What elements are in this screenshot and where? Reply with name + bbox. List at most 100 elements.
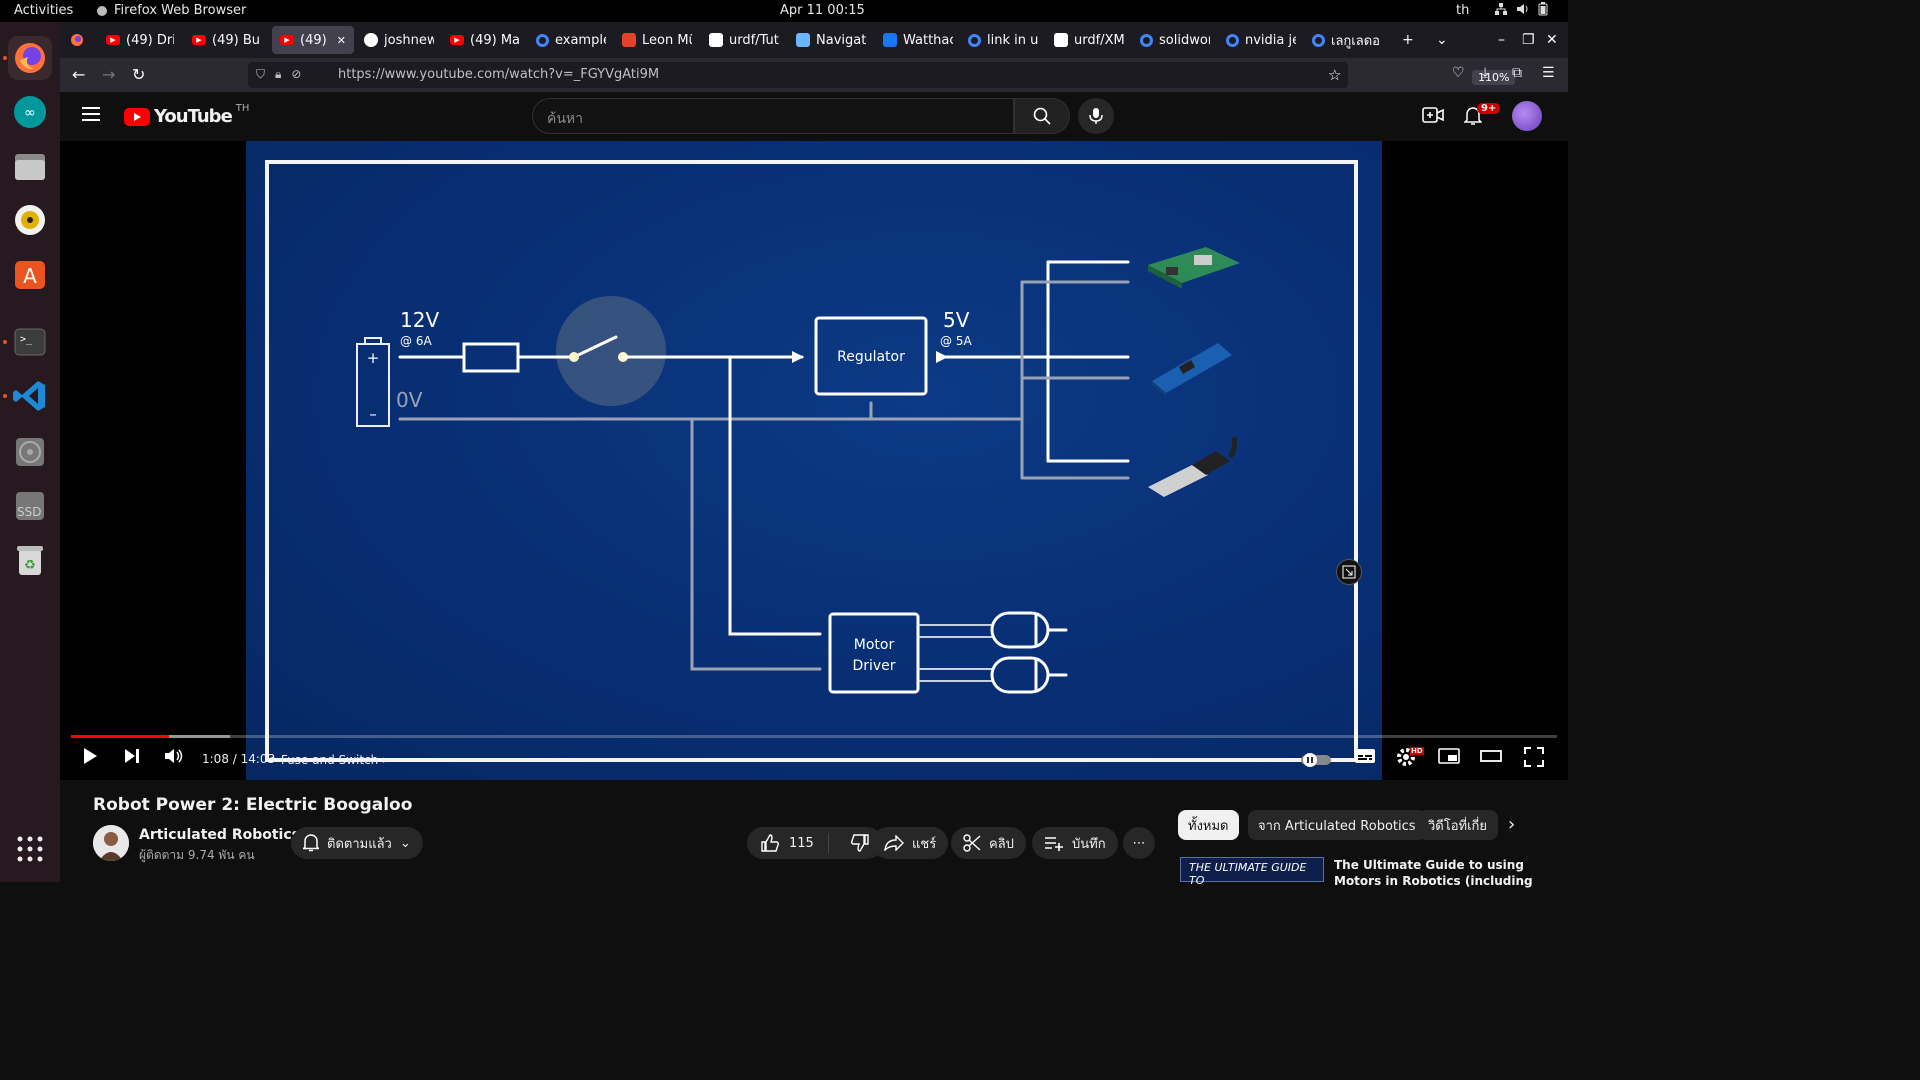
next-button[interactable] [124,747,140,769]
shield-icon[interactable]: ⛉ [256,67,265,82]
dock-app-center-icon[interactable]: A [8,252,52,296]
dock-rhythmbox-icon[interactable] [8,198,52,242]
youtube-icon: ▶ [280,35,294,45]
youtube-icon: ▶ [450,35,464,45]
input-language-indicator[interactable]: th [1456,3,1469,18]
close-window-button[interactable]: ✕ [1546,32,1558,48]
search-input[interactable]: ค้นหา [532,98,1014,134]
app-menu[interactable]: Firefox Web Browser [96,3,246,18]
browser-tab[interactable]: Watthach [875,26,961,54]
subscribed-button[interactable]: ติดตามแล้ว ⌄ [291,827,423,859]
voice-search-button[interactable] [1078,98,1114,134]
lock-icon[interactable]: 🔒︎ [275,67,281,82]
recommended-video-thumbnail[interactable]: THE ULTIMATE GUIDE TO [1180,857,1324,887]
close-tab-icon[interactable]: ✕ [337,34,346,47]
restore-window-button[interactable]: ❐ [1522,32,1535,48]
dock-firefox-icon[interactable] [8,36,52,80]
browser-tab[interactable]: Navigatic [788,26,874,54]
browser-tab[interactable]: ▶ (49) Drivi [98,26,182,54]
back-arrow-icon[interactable]: ← [72,65,85,84]
video-frame[interactable]: + – 12V @ 6A 0V Regulator 5V @ 5A Motor … [246,141,1382,780]
reload-icon[interactable]: ↻ [132,65,145,84]
dock-arduino-icon[interactable]: ∞ [8,90,52,134]
browser-tab[interactable]: เลกูเลดอ [1304,26,1390,54]
dock-disc-icon[interactable] [8,430,52,474]
chip-related[interactable]: วิดีโอที่เกี่ย [1418,810,1498,840]
browser-tab[interactable]: joshnewa [356,26,442,54]
bookmark-star-icon[interactable]: ☆ [1328,66,1341,84]
show-apps-grid-icon[interactable] [17,836,43,866]
save-button[interactable]: บันทึก [1032,827,1118,859]
tab-title: urdf/Tuto [729,32,779,48]
extensions-icon[interactable]: ⧉ [1512,65,1522,81]
search-button[interactable] [1014,98,1070,134]
motor-wires [919,624,993,682]
browser-tab[interactable]: ▶ (49) Mast [442,26,528,54]
channel-avatar[interactable] [93,825,129,861]
browser-tab[interactable]: Leon Mül [614,26,700,54]
browser-tab[interactable]: ▶ (49) Ro ✕ [272,26,354,54]
minimize-window-button[interactable]: – [1498,32,1505,48]
label-5v-current: @ 5A [940,334,972,348]
play-button[interactable] [82,747,98,769]
fullscreen-button[interactable] [1524,747,1544,771]
clock[interactable]: Apr 11 00:15 [780,3,865,18]
dock-ssd-icon[interactable]: SSD [8,484,52,528]
chapter-title-button[interactable]: • Fuse and Switch › [270,753,387,767]
browser-tab[interactable]: example [528,26,614,54]
share-button[interactable]: แชร์ [872,827,949,859]
chevron-down-icon: ⌄ [399,835,411,851]
url-text[interactable]: https://www.youtube.com/watch?v=_FGYVgAt… [338,67,659,82]
account-avatar[interactable] [1512,101,1542,131]
browser-tab[interactable]: urdf/Tuto [701,26,787,54]
mute-button[interactable] [164,747,184,769]
like-button[interactable]: 115 [747,833,829,853]
chips-next-chevron-icon[interactable]: › [1508,814,1515,835]
autoplay-toggle[interactable] [1300,753,1332,771]
dock-trash-icon[interactable]: ♻ [8,538,52,582]
theater-icon [1480,750,1502,762]
map-pin-icon [796,33,810,47]
switch-highlight-glow [556,296,666,406]
guide-menu-icon[interactable] [82,106,102,126]
clip-button[interactable]: คลิป [951,827,1026,859]
more-actions-button[interactable]: ⋯ [1123,827,1155,859]
enlarge-overlay-icon[interactable] [1336,559,1362,585]
browser-tab[interactable]: ▶ (49) Build [184,26,268,54]
add-to-playlist-icon [1045,837,1063,851]
dock-terminal-icon[interactable]: >_ [8,320,52,364]
recommended-video-title[interactable]: The Ultimate Guide to using Motors in Ro… [1334,857,1534,889]
fuse-symbol [462,342,520,373]
pocket-icon[interactable]: ♡ [1452,65,1465,81]
channel-name[interactable]: Articulated Robotics [139,827,300,843]
youtube-logo[interactable]: YouTube TH [124,103,249,127]
new-tab-button[interactable]: + [1402,32,1414,48]
system-status-area[interactable] [1494,2,1548,16]
create-video-icon[interactable] [1422,106,1444,128]
activities-button[interactable]: Activities [14,3,73,18]
chip-from-channel[interactable]: จาก Articulated Robotics [1248,810,1426,840]
battery-terminal [364,337,382,345]
browser-tab[interactable]: solidwork [1132,26,1218,54]
progress-bar[interactable] [71,735,1557,738]
browser-tab[interactable]: nvidia jet [1218,26,1304,54]
permissions-icon[interactable]: ⊘ [291,67,301,82]
url-bar[interactable]: ⛉ 🔒︎ ⊘ https://www.youtube.com/watch?v=_… [248,62,1516,88]
browser-tab[interactable]: urdf/XML [1046,26,1132,54]
theater-mode-button[interactable] [1480,747,1502,769]
tab-title: Navigatic [816,32,866,48]
ros-icon [709,33,723,47]
chip-all[interactable]: ทั้งหมด [1178,810,1239,840]
browser-tab[interactable]: link in urc [960,26,1046,54]
list-all-tabs-chevron-icon[interactable]: ⌄ [1436,32,1448,48]
zoom-level-badge[interactable]: 110% [1472,70,1516,85]
subtitles-button[interactable] [1354,747,1376,769]
forward-arrow-icon[interactable]: → [102,65,115,84]
downloads-icon[interactable]: ⤓ [1482,65,1488,81]
video-player[interactable]: + – 12V @ 6A 0V Regulator 5V @ 5A Motor … [60,141,1568,780]
dock-files-icon[interactable] [8,144,52,188]
dock-vscode-icon[interactable] [8,374,52,418]
firefox-view-icon[interactable] [70,32,84,51]
menu-hamburger-icon[interactable]: ☰ [1542,65,1555,81]
miniplayer-button[interactable] [1438,747,1460,769]
